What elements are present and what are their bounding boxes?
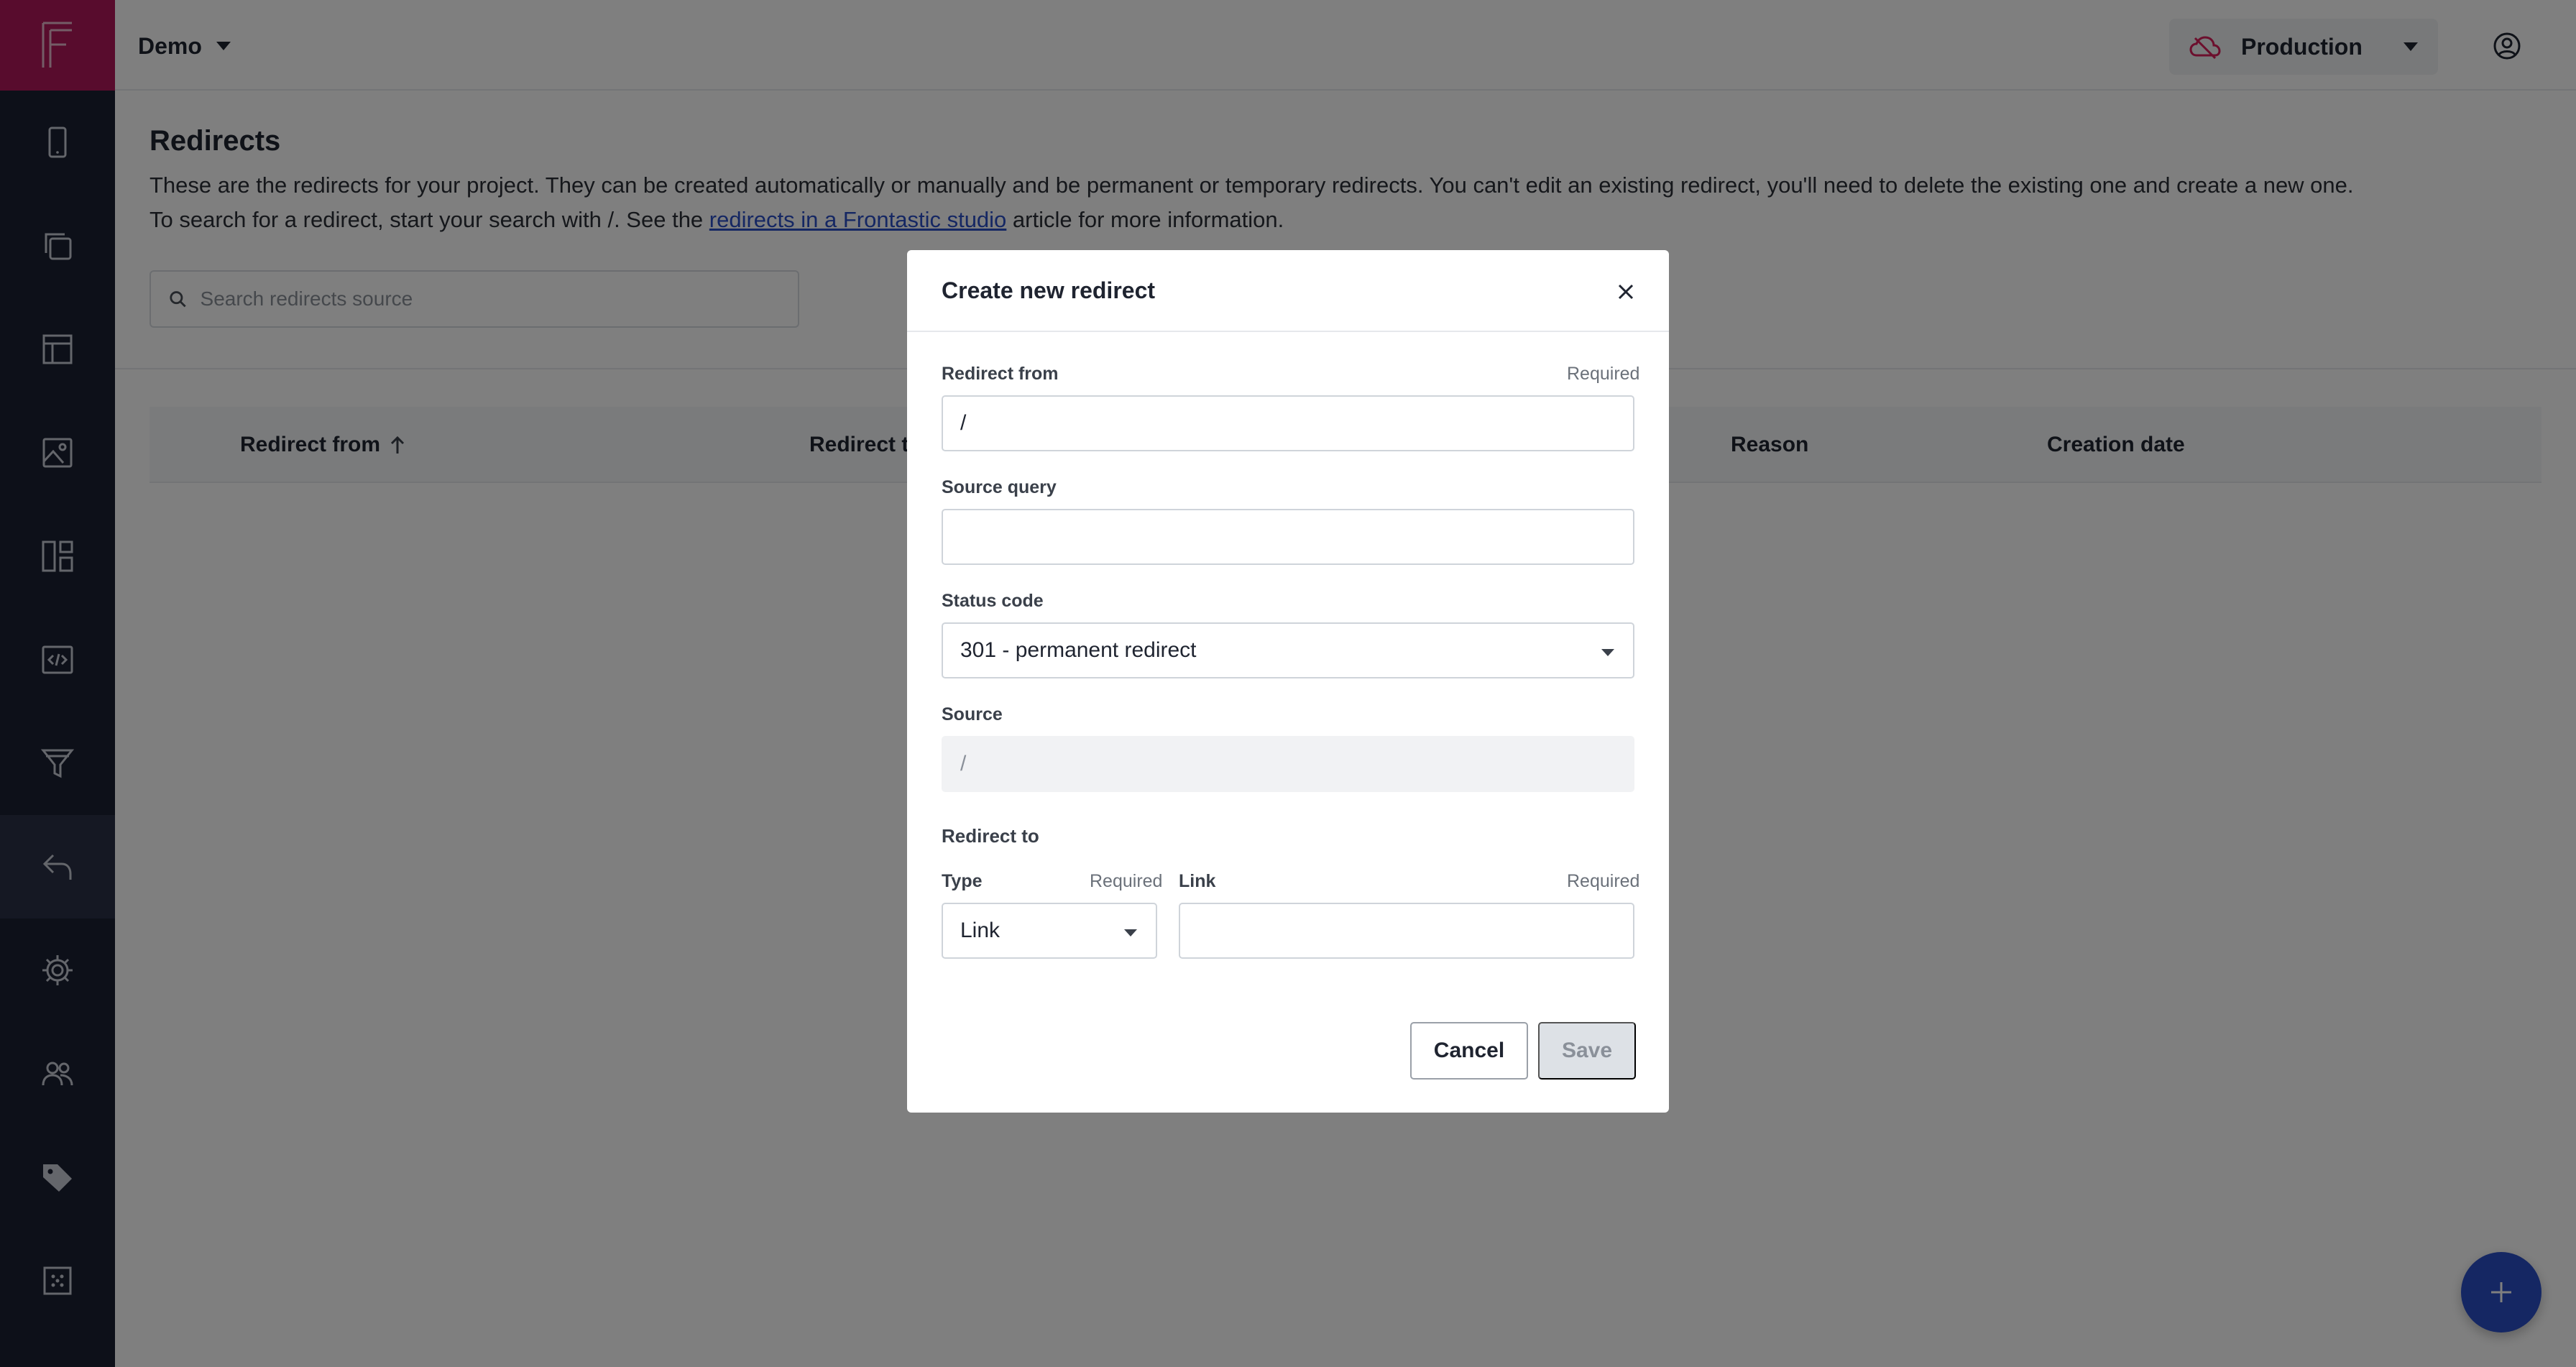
cancel-button[interactable]: Cancel	[1410, 1022, 1528, 1080]
type-label: Type	[942, 871, 983, 891]
link-input[interactable]	[1179, 903, 1634, 959]
close-icon	[1618, 284, 1634, 300]
redirect-from-label: Redirect from	[942, 364, 1059, 384]
source-label: Source	[942, 704, 1003, 724]
chevron-down-icon	[1124, 929, 1137, 936]
close-button[interactable]	[1609, 275, 1643, 309]
source-query-label: Source query	[942, 477, 1057, 497]
source-query-input[interactable]	[942, 509, 1634, 565]
redirect-from-field: Redirect from Required	[927, 356, 1650, 466]
status-code-value: 301 - permanent redirect	[960, 638, 1197, 662]
link-label: Link	[1179, 871, 1216, 891]
type-select[interactable]: Link	[942, 903, 1157, 959]
dialog-title: Create new redirect	[942, 277, 1156, 303]
type-value: Link	[960, 919, 1000, 942]
source-input	[942, 736, 1634, 792]
status-code-select[interactable]: 301 - permanent redirect	[942, 622, 1634, 678]
redirect-from-input[interactable]	[942, 395, 1634, 451]
redirect-to-section-label: Redirect to	[942, 825, 1039, 847]
status-code-label: Status code	[942, 591, 1044, 611]
type-required-label: Required	[1090, 871, 1163, 891]
save-button[interactable]: Save	[1538, 1022, 1636, 1080]
dialog-divider	[907, 331, 1669, 332]
redirect-from-required-label: Required	[1567, 364, 1640, 384]
link-required-label: Required	[1567, 871, 1640, 891]
chevron-down-icon	[1601, 649, 1614, 656]
